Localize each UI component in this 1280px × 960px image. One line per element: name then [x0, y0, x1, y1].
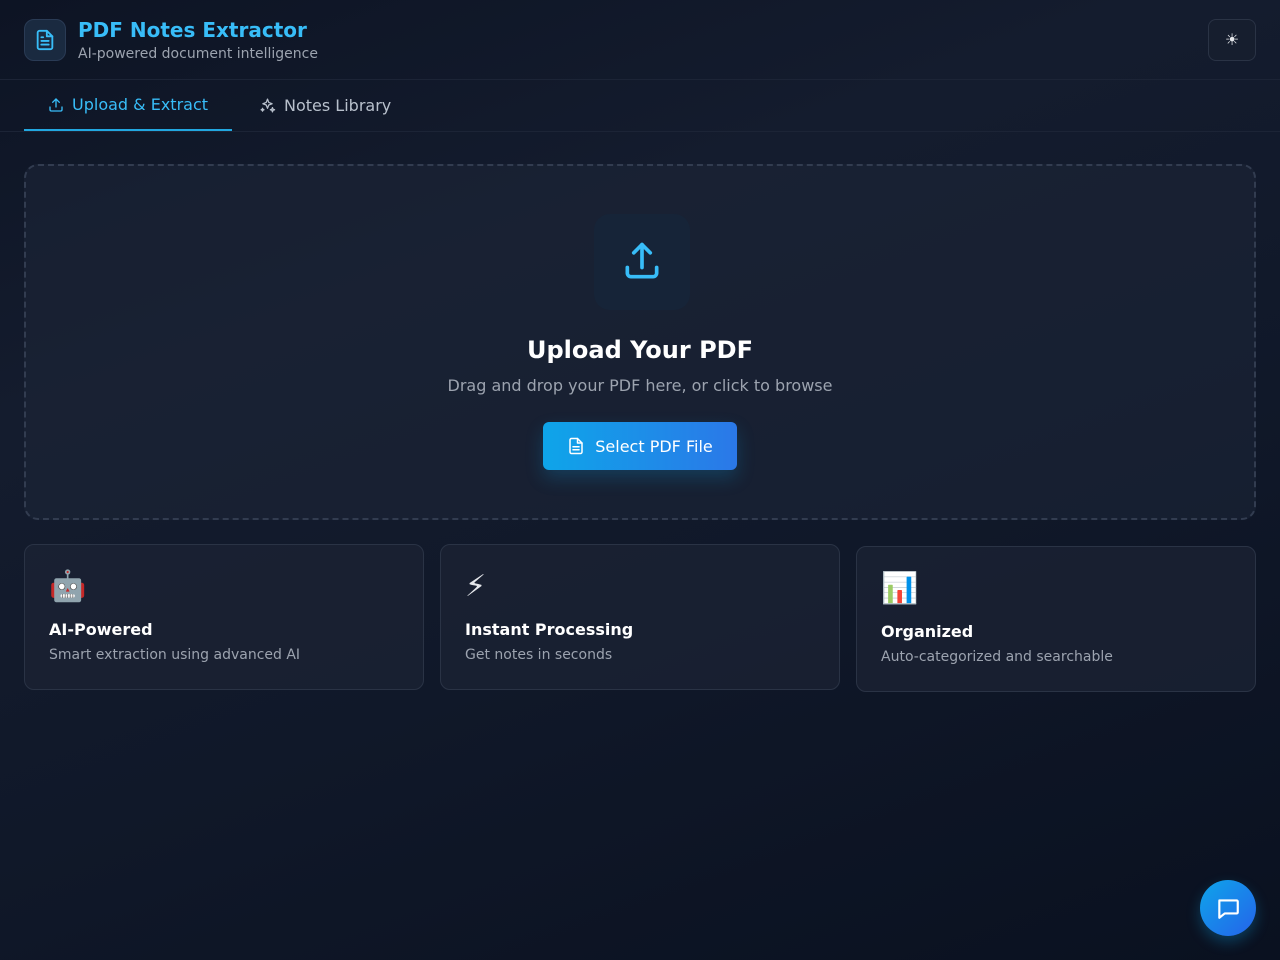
feature-description: Get notes in seconds	[465, 647, 613, 663]
feature-description: Smart extraction using advanced AI	[49, 647, 301, 663]
upload-icon	[594, 214, 690, 310]
chat-bubble-icon	[1218, 899, 1239, 919]
upload-title: Upload Your PDF	[527, 336, 753, 364]
upload-icon	[49, 97, 63, 112]
lightning-icon: ⚡	[465, 569, 487, 604]
tab-bar: Upload & Extract Notes Library	[0, 80, 1280, 132]
tab-upload-extract[interactable]: Upload & Extract	[24, 80, 232, 131]
sun-icon: ☀	[1224, 32, 1240, 49]
app-header: PDF Notes Extractor AI-powered document …	[0, 0, 1280, 80]
feature-card-instant-processing: ⚡ Instant Processing Get notes in second…	[440, 544, 840, 690]
tab-notes-library[interactable]: Notes Library	[259, 80, 391, 131]
feature-description: Auto-categorized and searchable	[881, 649, 1113, 665]
bar-chart-icon: 📊	[881, 571, 919, 606]
feature-card-ai-powered: 🤖 AI-Powered Smart extraction using adva…	[24, 544, 424, 690]
app-title: PDF Notes Extractor	[78, 18, 307, 42]
tab-label: Notes Library	[284, 96, 392, 115]
file-icon	[569, 437, 583, 455]
select-pdf-button[interactable]: Select PDF File	[543, 422, 737, 470]
feature-title: Instant Processing	[465, 620, 634, 639]
pdf-drop-zone[interactable]: Upload Your PDF Drag and drop your PDF h…	[24, 164, 1256, 520]
feature-card-organized: 📊 Organized Auto-categorized and searcha…	[856, 546, 1256, 692]
document-icon	[24, 19, 66, 61]
chat-button[interactable]	[1200, 880, 1256, 936]
select-pdf-button-label: Select PDF File	[595, 436, 713, 456]
upload-hint: Drag and drop your PDF here, or click to…	[447, 376, 833, 395]
robot-icon: 🤖	[49, 569, 87, 604]
feature-title: AI-Powered	[49, 620, 153, 639]
tab-label: Upload & Extract	[72, 95, 209, 114]
sparkles-icon	[260, 98, 276, 113]
app-subtitle: AI-powered document intelligence	[78, 46, 318, 62]
feature-title: Organized	[881, 622, 974, 641]
theme-toggle-button[interactable]: ☀	[1208, 19, 1256, 61]
